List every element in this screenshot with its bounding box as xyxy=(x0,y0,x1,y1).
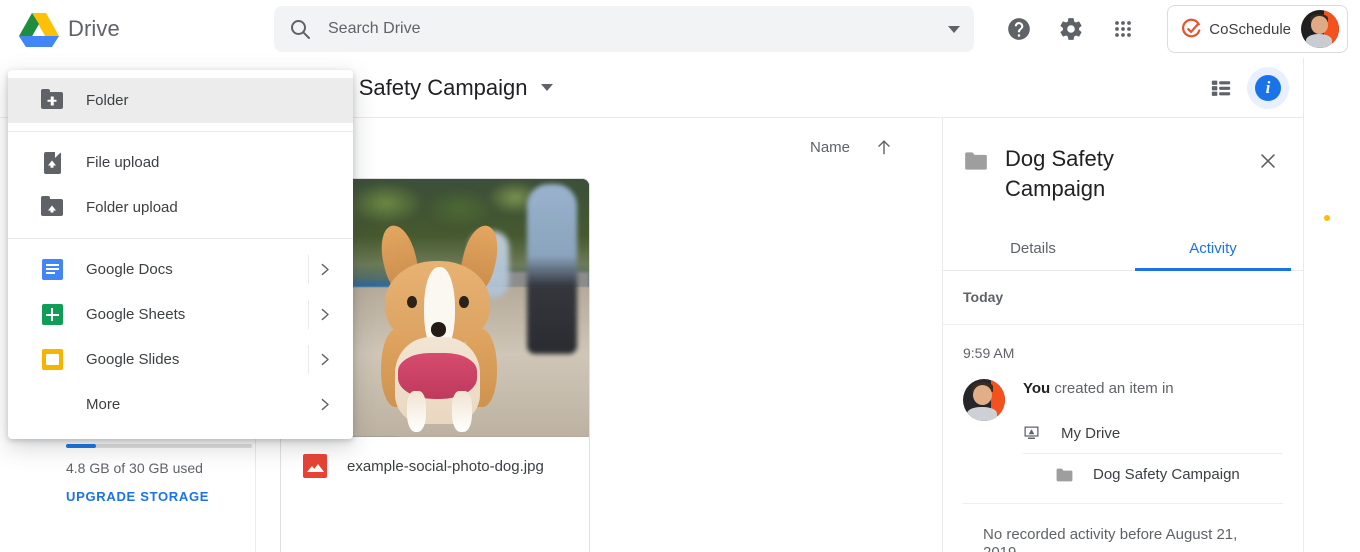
arrow-up-icon[interactable] xyxy=(874,137,894,157)
help-icon[interactable] xyxy=(997,7,1041,51)
menu-item-more[interactable]: More xyxy=(8,382,353,427)
breadcrumb-triangle-down-icon[interactable] xyxy=(541,84,554,91)
chevron-right-icon[interactable] xyxy=(316,351,339,368)
file-grid-area: Name example-social-photo-dog.jpg xyxy=(256,118,940,552)
search-options-chevron-down-icon[interactable] xyxy=(948,25,960,33)
folder-icon xyxy=(1055,467,1075,483)
menu-item-label: Folder upload xyxy=(86,199,178,216)
activity-location-label: Dog Safety Campaign xyxy=(1093,466,1240,483)
file-upload-icon xyxy=(40,151,64,174)
google-calendar-icon[interactable]: 31 xyxy=(1319,82,1345,108)
google-drive-window: Drive Search Drive CoSchedule Dog Safety… xyxy=(0,0,1360,552)
folder-icon xyxy=(963,144,989,177)
activity-empty-label: No recorded activity before August 21, 2… xyxy=(983,526,1238,552)
google-drive-logo xyxy=(18,10,60,48)
details-info-icon[interactable]: i xyxy=(1247,66,1289,109)
coschedule-logo-icon xyxy=(1180,18,1202,40)
activity-location-label: My Drive xyxy=(1061,425,1121,442)
menu-item-google-docs[interactable]: Google Docs xyxy=(8,247,353,292)
new-item-menu: Folder File upload Folder upload Google … xyxy=(8,70,353,439)
details-title: Dog Safety Campaign xyxy=(1005,146,1114,201)
dog-photo-subject xyxy=(367,222,509,432)
menu-item-label: Google Slides xyxy=(86,351,180,368)
menu-item-file-upload[interactable]: File upload xyxy=(8,140,353,185)
activity-section-header: Today xyxy=(943,271,1303,325)
search-bar[interactable] xyxy=(274,6,974,52)
tab-activity[interactable]: Activity xyxy=(1123,226,1303,271)
my-drive-icon xyxy=(1023,425,1043,442)
details-tabs: Details Activity xyxy=(943,226,1303,271)
google-keep-icon[interactable] xyxy=(1314,143,1345,169)
file-name: example-social-photo-dog.jpg xyxy=(347,457,544,475)
chevron-right-icon[interactable] xyxy=(316,306,339,323)
brand-name: Drive xyxy=(68,16,120,41)
brand-area[interactable]: Drive xyxy=(0,10,256,48)
image-file-icon xyxy=(303,454,327,478)
chevron-right-icon[interactable] xyxy=(316,261,339,278)
activity-empty-notice: No recorded activity before August 21, 2… xyxy=(963,503,1283,552)
apps-grid-icon[interactable] xyxy=(1101,7,1145,51)
list-view-icon[interactable] xyxy=(1199,66,1243,110)
activity-location-folder[interactable]: Dog Safety Campaign xyxy=(1023,466,1283,483)
activity-actor: You xyxy=(1023,380,1051,397)
activity-location-my-drive[interactable]: My Drive xyxy=(1023,425,1283,454)
app-header: Drive Search Drive CoSchedule xyxy=(0,0,1360,58)
menu-divider xyxy=(8,131,353,132)
upgrade-storage-link[interactable]: UPGRADE STORAGE xyxy=(66,489,252,504)
menu-item-label: More xyxy=(86,396,121,413)
activity-entry: 9:59 AM You created an item in My Drive … xyxy=(943,325,1303,552)
account-chip[interactable]: CoSchedule xyxy=(1167,5,1348,53)
folder-upload-icon xyxy=(40,196,64,216)
app-rail: 31 xyxy=(1303,58,1360,552)
file-card-info: example-social-photo-dog.jpg xyxy=(281,437,589,495)
details-panel: Dog Safety Campaign Details Activity Tod… xyxy=(942,118,1303,552)
sort-label: Name xyxy=(809,138,850,156)
google-tasks-icon[interactable] xyxy=(1319,201,1345,230)
menu-item-label: File upload xyxy=(86,154,160,171)
activity-description: You created an item in xyxy=(1023,379,1283,399)
menu-item-google-slides[interactable]: Google Slides xyxy=(8,337,353,382)
search-icon xyxy=(288,17,312,41)
header-actions: CoSchedule xyxy=(993,5,1360,53)
search-input[interactable] xyxy=(328,20,938,38)
google-slides-icon xyxy=(40,349,64,370)
view-toolbar: i xyxy=(1195,66,1303,110)
chevron-right-icon[interactable] xyxy=(316,396,339,413)
tab-details[interactable]: Details xyxy=(943,226,1123,270)
details-header: Dog Safety Campaign xyxy=(943,118,1303,204)
menu-item-label: Google Docs xyxy=(86,261,173,278)
google-sheets-icon xyxy=(40,304,64,325)
menu-item-label: Google Sheets xyxy=(86,306,186,323)
menu-item-label: Folder xyxy=(86,92,129,109)
activity-avatar xyxy=(963,379,1005,421)
account-name: CoSchedule xyxy=(1209,20,1291,38)
menu-item-folder-upload[interactable]: Folder upload xyxy=(8,185,353,230)
storage-progress-track xyxy=(66,444,252,448)
gear-icon[interactable] xyxy=(1049,7,1093,51)
avatar[interactable] xyxy=(1301,10,1339,48)
close-icon[interactable] xyxy=(1251,144,1285,178)
menu-divider xyxy=(8,238,353,239)
storage-progress-fill xyxy=(66,444,96,448)
activity-section-label: Today xyxy=(963,289,1004,305)
folder-add-icon xyxy=(40,89,64,109)
storage-used-label: 4.8 GB of 30 GB used xyxy=(66,460,203,476)
activity-action: created an item in xyxy=(1050,380,1174,397)
menu-item-folder[interactable]: Folder xyxy=(8,78,353,123)
sort-header[interactable]: Name xyxy=(256,118,940,176)
menu-item-google-sheets[interactable]: Google Sheets xyxy=(8,292,353,337)
activity-time: 9:59 AM xyxy=(963,345,1015,361)
google-docs-icon xyxy=(40,259,64,280)
